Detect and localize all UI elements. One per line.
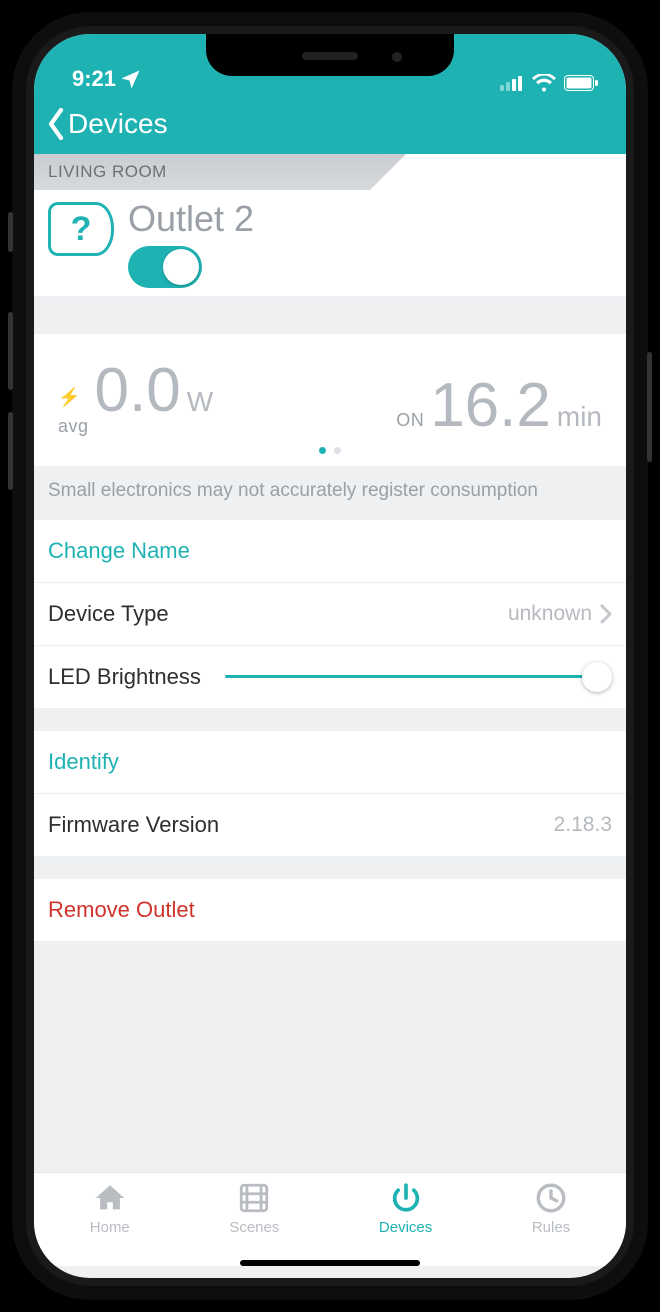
avg-power-unit: W xyxy=(187,386,213,418)
stats-panel[interactable]: ⚡avg 0.0 W ON 16.2 min xyxy=(34,333,626,466)
tab-scenes-label: Scenes xyxy=(229,1219,279,1236)
power-icon xyxy=(389,1181,423,1215)
firmware-value: 2.18.3 xyxy=(554,813,612,837)
back-button[interactable]: Devices xyxy=(46,107,168,141)
chevron-right-icon xyxy=(600,604,612,624)
tab-home[interactable]: Home xyxy=(90,1181,130,1236)
outlet-name: Outlet 2 xyxy=(128,198,254,240)
tab-devices[interactable]: Devices xyxy=(379,1181,432,1236)
device-type-label: Device Type xyxy=(48,601,169,627)
chevron-left-icon xyxy=(46,107,66,141)
navbar: Devices xyxy=(34,94,626,154)
consumption-note: Small electronics may not accurately reg… xyxy=(34,466,626,520)
settings-list: Change Name Device Type unknown LED Brig… xyxy=(34,520,626,709)
tabbar: Home Scenes Devices Rules xyxy=(34,1172,626,1266)
tab-rules[interactable]: Rules xyxy=(532,1181,570,1236)
battery-icon xyxy=(564,75,598,91)
firmware-label: Firmware Version xyxy=(48,812,219,838)
tab-home-label: Home xyxy=(90,1219,130,1236)
film-icon xyxy=(237,1181,271,1215)
firmware-row: Firmware Version 2.18.3 xyxy=(34,794,626,857)
home-indicator[interactable] xyxy=(240,1260,420,1266)
on-time-value: 16.2 xyxy=(430,375,551,437)
outlet-header: ? Outlet 2 xyxy=(34,190,626,297)
status-time: 9:21 xyxy=(72,66,116,92)
avg-power-stat: ⚡avg 0.0 W xyxy=(58,360,213,437)
room-band: LIVING ROOM xyxy=(34,154,626,190)
identify-label: Identify xyxy=(48,749,119,775)
tab-devices-label: Devices xyxy=(379,1219,432,1236)
question-icon: ? xyxy=(48,202,114,256)
notch xyxy=(206,34,454,76)
clock-icon xyxy=(534,1181,568,1215)
back-label: Devices xyxy=(68,108,168,140)
bolt-icon: ⚡ xyxy=(58,387,81,408)
device-type-value: unknown xyxy=(508,602,592,626)
cellular-icon xyxy=(500,75,524,91)
location-icon xyxy=(122,70,140,88)
change-name-row[interactable]: Change Name xyxy=(34,520,626,583)
change-name-label: Change Name xyxy=(48,538,190,564)
home-icon xyxy=(93,1181,127,1215)
led-brightness-row: LED Brightness xyxy=(34,646,626,709)
remove-outlet-label: Remove Outlet xyxy=(48,897,195,923)
led-brightness-label: LED Brightness xyxy=(48,664,201,690)
device-type-row[interactable]: Device Type unknown xyxy=(34,583,626,646)
led-brightness-slider[interactable] xyxy=(225,664,612,690)
remove-outlet-row[interactable]: Remove Outlet xyxy=(34,879,626,942)
room-name: LIVING ROOM xyxy=(48,162,167,182)
avg-power-value: 0.0 xyxy=(95,360,181,422)
identify-row[interactable]: Identify xyxy=(34,731,626,794)
tab-scenes[interactable]: Scenes xyxy=(229,1181,279,1236)
tab-rules-label: Rules xyxy=(532,1219,570,1236)
on-time-unit: min xyxy=(557,401,602,433)
phone-frame: 9:21 xyxy=(12,12,648,1300)
on-time-stat: ON 16.2 min xyxy=(396,375,602,437)
screen: 9:21 xyxy=(34,34,626,1278)
power-toggle[interactable] xyxy=(128,246,202,288)
wifi-icon xyxy=(532,74,556,92)
page-dots[interactable] xyxy=(58,447,602,454)
